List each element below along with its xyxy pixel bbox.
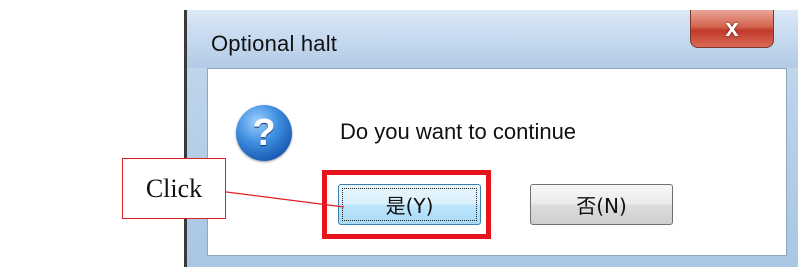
- close-icon: x: [725, 14, 739, 42]
- dialog-title: Optional halt: [211, 31, 338, 56]
- dialog-window: Optional halt x ? Do you want to continu…: [184, 10, 798, 267]
- title-bar[interactable]: Optional halt x: [187, 10, 798, 68]
- highlight-box: [322, 170, 491, 239]
- annotation-label: Click: [145, 173, 203, 203]
- question-mark-glyph: ?: [252, 112, 276, 154]
- no-button-label: 否(N): [576, 194, 627, 218]
- annotation-callout: Click: [122, 158, 226, 219]
- close-button[interactable]: x: [690, 10, 774, 48]
- question-icon: ?: [236, 105, 292, 161]
- dialog-content: ? Do you want to continue 是(Y) 否(N): [207, 68, 787, 256]
- no-button[interactable]: 否(N): [530, 184, 673, 225]
- dialog-message: Do you want to continue: [340, 119, 577, 144]
